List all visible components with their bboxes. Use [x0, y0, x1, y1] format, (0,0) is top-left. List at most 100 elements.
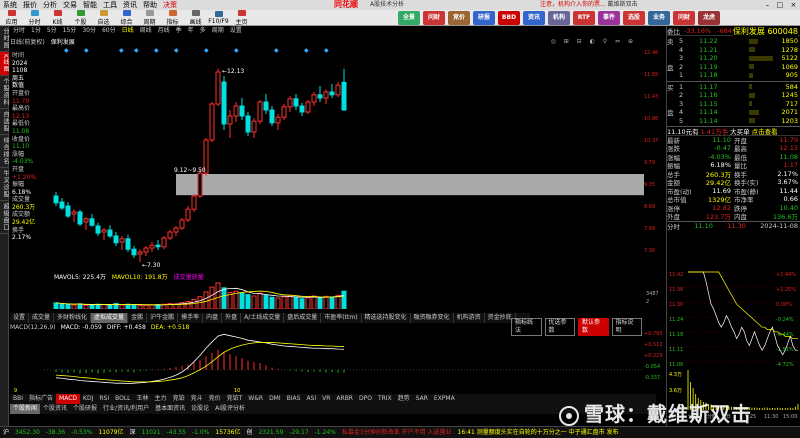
indicator-tab[interactable]: BIAS	[284, 394, 304, 404]
volume-indicator-tab[interactable]: 盘后成交量	[284, 313, 322, 323]
volume-indicator-tab[interactable]: 设置	[10, 313, 30, 323]
maximize-icon[interactable]: □	[776, 0, 783, 10]
toolbar-button[interactable]: 资讯	[523, 11, 545, 25]
menu-item[interactable]: 智能	[80, 0, 100, 10]
menu-item[interactable]: 帮助	[140, 0, 160, 10]
volume-indicator-tab[interactable]: 多财粉线化	[54, 313, 92, 323]
toolbar-button[interactable]: 业务	[648, 11, 670, 25]
volume-indicator-tab[interactable]: A/土线成交量	[241, 313, 285, 323]
period-tab[interactable]: 日线	[119, 26, 137, 36]
indicator-tab[interactable]: DMI	[266, 394, 284, 404]
news-ticker-2[interactable]: 16:41 测量额度头实在自轮的十万分之一 中子通汇盘市 发布	[455, 427, 622, 438]
indicator-tab[interactable]: EXPMA	[431, 394, 458, 404]
period-tab[interactable]: 周期	[209, 26, 227, 36]
chart-tools[interactable]: ◎ ⊞ ⊟ ◐ ⚲ ⇔ ⊕	[551, 38, 636, 45]
left-tab[interactable]: 分时图	[0, 26, 9, 52]
menu-item[interactable]: 交易	[60, 0, 80, 10]
toolbar-button[interactable]: 龙虎	[698, 11, 720, 25]
kline-chart[interactable]: ◆ ◆ ◆ ◆ ◆ ◆ ◆ ◆ ◆ ◆ ◆ ←12.13 ←7.30 9.12~9.50	[44, 46, 644, 271]
left-tab[interactable]: 自选股	[0, 109, 9, 135]
period-tab[interactable]: 季	[173, 26, 185, 36]
toolbar-button[interactable]: 主页	[230, 9, 253, 26]
news-tab[interactable]: 论股论	[188, 404, 212, 414]
toolbar-button[interactable]: RTF	[573, 11, 595, 25]
indicator-tab[interactable]: 竞铂	[170, 394, 188, 404]
volume-indicator-tab[interactable]: 精选选持股变化	[362, 313, 411, 323]
toolbar-button[interactable]: 全景	[398, 11, 420, 25]
indicator-tab[interactable]: SAR	[413, 394, 431, 404]
volume-indicator-tab[interactable]: 融资融券变化	[411, 313, 454, 323]
volume-chart[interactable]	[44, 281, 644, 309]
period-tab[interactable]: 5分	[44, 26, 60, 36]
indicator-tab[interactable]: VR	[319, 394, 333, 404]
close-icon[interactable]: ×	[790, 0, 796, 10]
news-tab[interactable]: 个股研报	[70, 404, 100, 414]
notice-text[interactable]: 注意，机构介入你的票... 戴维斯双击	[540, 0, 638, 10]
period-tab[interactable]: 60分	[99, 26, 119, 36]
menu-item[interactable]: 决策	[160, 0, 180, 10]
macd-chart[interactable]	[44, 331, 644, 387]
toolbar-button[interactable]: 机构	[548, 11, 570, 25]
indicator-tab[interactable]: KDJ	[80, 394, 96, 404]
period-tab[interactable]: 1分	[28, 26, 44, 36]
indicator-tab[interactable]: 竞斗	[188, 394, 206, 404]
toolbar-button[interactable]: 选股	[623, 11, 645, 25]
indicator-tab[interactable]: ARBR	[333, 394, 356, 404]
indicator-tab[interactable]: BBI	[10, 394, 26, 404]
toolbar-button[interactable]: F10/F9	[207, 10, 230, 26]
indicator-tab[interactable]: 主力	[152, 394, 170, 404]
toolbar-button[interactable]: 画线	[184, 9, 207, 26]
menu-item[interactable]: 报价	[20, 0, 40, 10]
news-tab[interactable]: 行业/资讯/利用户	[100, 404, 152, 414]
menu-item[interactable]: 工具	[100, 0, 120, 10]
toolbar-button[interactable]: K线	[46, 9, 69, 26]
toolbar-button[interactable]: 竞价	[448, 11, 470, 25]
volume-indicator-tab[interactable]: 机构游资	[454, 313, 485, 323]
volume-indicator-tab[interactable]: 内盘	[203, 313, 223, 323]
toolbar-button[interactable]: 分时	[23, 9, 46, 26]
toolbar-button[interactable]: 综合	[115, 9, 138, 26]
indicator-tab[interactable]: TRIX	[375, 394, 395, 404]
period-tab[interactable]: 分时	[10, 26, 28, 36]
menu-item[interactable]: 分析	[40, 0, 60, 10]
toolbar-button[interactable]: 事件	[598, 11, 620, 25]
left-tab[interactable]: K线图	[0, 52, 9, 76]
left-tab[interactable]: 个股资料	[0, 76, 9, 109]
toolbar-button[interactable]: 问财	[673, 11, 695, 25]
toolbar-button[interactable]: BBD	[498, 11, 520, 25]
menu-item[interactable]: 系统	[0, 0, 20, 10]
adjust-label[interactable]: 日线(前复权)	[10, 37, 45, 46]
menu-item[interactable]: 资讯	[120, 0, 140, 10]
news-tab[interactable]: 基本面资讯	[152, 404, 188, 414]
left-tab[interactable]: 牛叉诊股	[0, 168, 9, 201]
indicator-tab[interactable]: 指标广告	[26, 394, 56, 404]
minimize-icon[interactable]: –	[766, 0, 770, 10]
indicator-tab[interactable]: 竞价	[206, 394, 224, 404]
toolbar-button[interactable]: 自选	[92, 9, 115, 26]
period-tab[interactable]: 设置	[227, 26, 245, 36]
indicator-tab[interactable]: W&R	[245, 394, 266, 404]
indicator-tab[interactable]: 竞铂T	[224, 394, 246, 404]
volume-indicator-tab[interactable]: 虚拟成交量	[91, 313, 129, 323]
period-tab[interactable]: 月线	[155, 26, 173, 36]
indicator-tab[interactable]: MACD	[56, 394, 81, 404]
volume-indicator-tab[interactable]: 沪牛金鹏	[147, 313, 179, 323]
left-tab[interactable]: 超级盘口	[0, 201, 9, 234]
volume-indicator-tab[interactable]: 市盈率(ttm)	[321, 313, 362, 323]
indicator-tab[interactable]: BOLL	[112, 394, 133, 404]
period-tab[interactable]: 年	[185, 26, 197, 36]
volume-indicator-tab[interactable]: 成交量	[29, 313, 55, 323]
toolbar-button[interactable]: 周期	[138, 9, 161, 26]
toolbar-button[interactable]: 问财	[423, 11, 445, 25]
period-tab[interactable]: 多	[197, 26, 209, 36]
news-ticker[interactable]: 私募金3分钟创新改革 开户不用 入选营业	[339, 427, 455, 438]
period-tab[interactable]: 15分	[60, 26, 80, 36]
left-tab[interactable]: 综合排名	[0, 135, 9, 168]
volume-indicator-tab[interactable]: 外盘	[222, 313, 242, 323]
toolbar-button[interactable]: 指标	[161, 9, 184, 26]
volume-indicator-tab[interactable]: 摸手率	[178, 313, 204, 323]
toolbar-button[interactable]: 研报	[473, 11, 495, 25]
indicator-tab[interactable]: RSI	[96, 394, 112, 404]
news-tab[interactable]: 个股新闻	[10, 404, 41, 414]
news-tab[interactable]: AI股评分析	[212, 404, 248, 414]
